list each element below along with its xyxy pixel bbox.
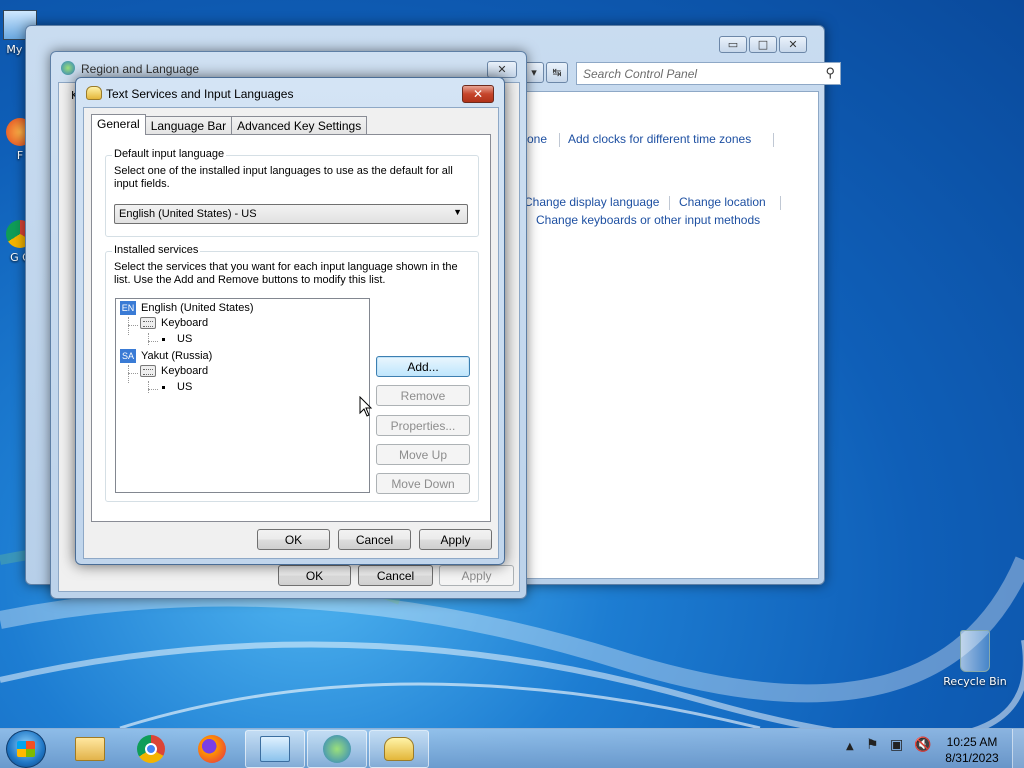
link-divider — [669, 196, 670, 210]
tree-connector — [148, 381, 149, 393]
desktop-icon-recycle-bin[interactable]: Recycle Bin — [940, 630, 1010, 688]
keyboard-speech-icon — [384, 737, 414, 761]
tree-connector — [148, 389, 158, 390]
tree-service-keyboard[interactable]: Keyboard — [140, 317, 208, 329]
minimize-button[interactable]: ▭ — [719, 36, 747, 53]
tree-layout-us[interactable]: US — [162, 381, 192, 393]
cancel-button[interactable]: Cancel — [358, 565, 433, 586]
clock-time: 10:25 AM — [946, 735, 998, 749]
folder-icon — [75, 737, 105, 761]
mouse-cursor-icon — [359, 396, 373, 417]
properties-button[interactable]: Properties... — [376, 415, 470, 436]
ok-button[interactable]: OK — [278, 565, 351, 586]
dialog-title: Text Services and Input Languages — [106, 87, 294, 101]
tree-connector — [148, 333, 149, 345]
maximize-button[interactable]: □ — [749, 36, 777, 53]
text-services-dialog: Text Services and Input Languages ✕ Gene… — [75, 77, 505, 565]
apply-button[interactable]: Apply — [419, 529, 492, 550]
keyboard-icon — [140, 317, 156, 329]
start-button[interactable] — [6, 730, 46, 768]
remove-button[interactable]: Remove — [376, 385, 470, 406]
group-description: Select one of the installed input langua… — [114, 165, 453, 190]
group-description: Select the services that you want for ea… — [114, 261, 458, 286]
bullet-icon — [162, 337, 165, 341]
services-tree[interactable]: EN English (United States) Keyboard US S… — [115, 298, 370, 493]
move-down-button[interactable]: Move Down — [376, 473, 470, 494]
control-panel-icon — [260, 736, 290, 762]
clock-date: 8/31/2023 — [945, 751, 999, 765]
volume-muted-icon[interactable]: 🔇 — [914, 737, 931, 753]
taskbar-text-services[interactable] — [369, 730, 429, 768]
change-display-language-link[interactable]: Change display language — [524, 195, 659, 209]
dialog-body: General Language Bar Advanced Key Settin… — [83, 107, 499, 559]
taskbar-explorer[interactable] — [60, 730, 120, 768]
firefox-icon — [198, 735, 226, 763]
general-tab-panel: Default input language Select one of the… — [91, 134, 491, 522]
tab-language-bar[interactable]: Language Bar — [144, 116, 233, 135]
control-panel-content: one Add clocks for different time zones … — [524, 91, 819, 579]
search-input[interactable]: Search Control Panel ⚲ — [576, 62, 841, 85]
search-icon: ⚲ — [825, 65, 835, 80]
recycle-bin-icon — [960, 630, 990, 672]
close-button[interactable]: ✕ — [779, 36, 807, 53]
installed-services-group: Installed services Select the services t… — [105, 244, 479, 502]
tree-connector — [128, 317, 129, 335]
tree-connector — [128, 373, 138, 374]
chrome-icon — [137, 735, 165, 763]
tree-layout-us[interactable]: US — [162, 333, 192, 345]
tree-language-english[interactable]: EN English (United States) — [120, 301, 254, 315]
taskbar-region-language[interactable] — [307, 730, 367, 768]
tree-language-yakut[interactable]: SA Yakut (Russia) — [120, 349, 212, 363]
apply-button[interactable]: Apply — [439, 565, 514, 586]
dropdown-arrow-icon[interactable]: ▾ — [524, 62, 544, 83]
window-controls: ▭ □ ✕ — [719, 36, 807, 53]
window-title: Region and Language — [81, 62, 200, 76]
taskbar-firefox[interactable] — [182, 730, 242, 768]
default-input-group: Default input language Select one of the… — [105, 148, 479, 237]
add-clocks-link[interactable]: Add clocks for different time zones — [568, 132, 751, 146]
action-center-flag-icon[interactable]: ⚑ — [866, 737, 879, 753]
tab-strip: General Language Bar Advanced Key Settin… — [91, 114, 368, 135]
keyboard-icon — [140, 365, 156, 377]
taskbar: ▲ ⚑ ▣ 🔇 10:25 AM 8/31/2023 — [0, 728, 1024, 768]
group-title: Default input language — [112, 148, 227, 160]
add-button[interactable]: Add... — [376, 356, 470, 377]
taskbar-control-panel[interactable] — [245, 730, 305, 768]
cancel-button[interactable]: Cancel — [338, 529, 411, 550]
tree-connector — [148, 341, 158, 342]
link-divider — [773, 133, 774, 147]
default-language-select[interactable]: English (United States) - US ▼ — [114, 204, 468, 224]
show-desktop-button[interactable] — [1012, 729, 1024, 768]
change-keyboards-link[interactable]: Change keyboards or other input methods — [536, 213, 760, 227]
link-divider — [559, 133, 560, 147]
globe-clock-icon — [323, 735, 351, 763]
tree-service-keyboard[interactable]: Keyboard — [140, 365, 208, 377]
windows-logo-icon — [17, 741, 35, 757]
taskbar-chrome[interactable] — [121, 730, 181, 768]
ok-button[interactable]: OK — [257, 529, 330, 550]
language-badge-icon: EN — [120, 301, 136, 315]
time-zone-link[interactable]: one — [527, 132, 547, 146]
move-up-button[interactable]: Move Up — [376, 444, 470, 465]
dropdown-arrow-icon: ▼ — [453, 207, 462, 217]
bullet-icon — [162, 385, 165, 389]
change-location-link[interactable]: Change location — [679, 195, 766, 209]
language-badge-icon: SA — [120, 349, 136, 363]
close-button[interactable]: ✕ — [487, 61, 517, 78]
group-title: Installed services — [112, 244, 201, 256]
link-divider — [780, 196, 781, 210]
network-icon[interactable]: ▣ — [890, 737, 903, 753]
tab-advanced-key-settings[interactable]: Advanced Key Settings — [231, 116, 368, 135]
close-button[interactable]: ✕ — [462, 85, 494, 103]
globe-icon — [61, 61, 75, 75]
show-hidden-icons-arrow[interactable]: ▲ — [846, 741, 854, 752]
system-clock[interactable]: 10:25 AM 8/31/2023 — [940, 734, 1004, 766]
tree-connector — [128, 365, 129, 383]
tab-general[interactable]: General — [91, 114, 146, 135]
tree-connector — [128, 325, 138, 326]
keyboard-app-icon — [86, 86, 102, 100]
refresh-icon[interactable]: ↹ — [546, 62, 568, 83]
